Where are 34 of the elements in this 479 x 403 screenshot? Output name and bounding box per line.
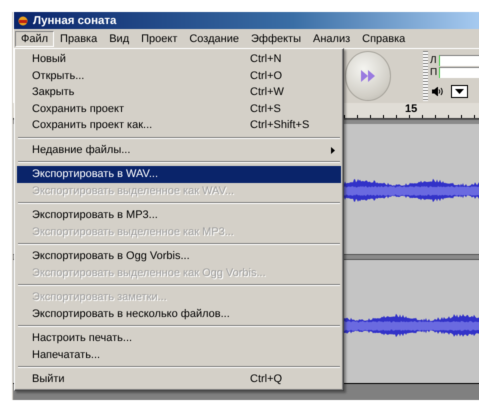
- menu-item[interactable]: Сохранить проект Ctrl+S: [17, 100, 341, 117]
- channel-label: Л: [430, 54, 436, 66]
- speaker-icon: [432, 87, 443, 96]
- menu-bar-item[interactable]: Эффекты: [244, 31, 307, 47]
- channel-label: П: [430, 66, 436, 78]
- menu-bar-item[interactable]: Правка: [54, 31, 104, 47]
- menu-item[interactable]: Экспортировать в MP3...: [17, 207, 341, 224]
- menu-item[interactable]: Новый Ctrl+N: [17, 51, 341, 68]
- menu-item[interactable]: Напечатать...: [17, 346, 341, 363]
- level-meter: [439, 54, 479, 66]
- menu-item[interactable]: Экспортировать в несколько файлов...: [17, 306, 341, 322]
- menu-item[interactable]: Выйти Ctrl+Q: [17, 371, 341, 388]
- menu-bar-item[interactable]: Анализ: [307, 31, 356, 47]
- menu-bar-item[interactable]: Проект: [135, 31, 184, 47]
- menu-item[interactable]: Экспортировать в WAV...: [17, 166, 341, 182]
- menu-item[interactable]: Закрыть Ctrl+W: [17, 84, 341, 100]
- fast-forward-button[interactable]: [345, 51, 392, 101]
- menu-item[interactable]: Открыть... Ctrl+O: [17, 68, 341, 84]
- caret-icon: [455, 89, 464, 94]
- ruler-label: 15: [405, 103, 418, 115]
- menu-bar-item[interactable]: Вид: [103, 31, 136, 47]
- menu-bar-item[interactable]: Справка: [356, 31, 412, 47]
- menu-item[interactable]: Экспортировать в Ogg Vorbis...: [17, 248, 341, 264]
- menu-bar-item[interactable]: Файл: [15, 31, 54, 47]
- menu-item[interactable]: Сохранить проект как... Ctrl+Shift+S: [17, 117, 341, 134]
- window-title: Лунная соната: [33, 14, 116, 26]
- menu-item[interactable]: Настроить печать...: [17, 330, 341, 346]
- level-meter: [439, 66, 479, 78]
- fast-forward-icon: [361, 70, 376, 82]
- submenu-arrow-icon: [331, 146, 335, 154]
- dropdown-button[interactable]: [451, 85, 468, 98]
- menu-item[interactable]: Недавние файлы...: [17, 142, 341, 158]
- app-icon: [18, 16, 28, 26]
- menu-bar-item[interactable]: Создание: [183, 31, 245, 47]
